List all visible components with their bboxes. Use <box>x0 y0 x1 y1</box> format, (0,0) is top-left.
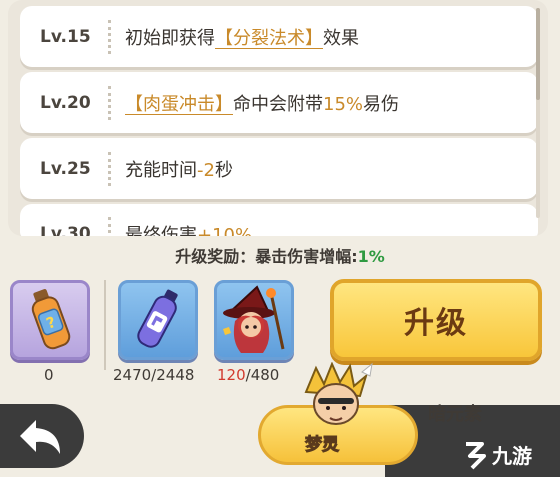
effect-text: 初始即获得 <box>125 27 215 49</box>
item-count: 2470/2448 <box>113 366 195 384</box>
level-list[interactable]: Lv.15 初始即获得【分裂法术】效果 Lv.20 【肉蛋冲击】命中会附带15%… <box>20 6 538 236</box>
watermark: 九游 <box>492 444 532 468</box>
slot-divider <box>104 280 106 370</box>
level-label: Lv.25 <box>40 158 91 179</box>
level-effect: 初始即获得【分裂法术】效果 <box>125 24 359 50</box>
required-count: /480 <box>245 366 280 384</box>
dotted-divider <box>108 217 111 236</box>
back-button[interactable] <box>0 404 84 468</box>
item-slot-mystery-potion[interactable]: ? <box>10 280 90 360</box>
level-card-25: Lv.25 充能时间-2秒 <box>20 138 538 199</box>
witch-hero-fragment-icon <box>223 285 285 353</box>
upgrade-button[interactable]: 升级 <box>330 279 542 361</box>
reward-value: 1% <box>357 247 385 266</box>
effect-text: 最终伤害 <box>125 225 197 236</box>
dotted-divider <box>108 85 111 120</box>
upgrade-reward: 升级奖励：暴击伤害增幅:1% <box>0 243 560 267</box>
effect-text: 秒 <box>214 159 233 181</box>
watermark-logo-icon <box>466 442 486 470</box>
upgrade-button-label: 升级 <box>404 306 468 341</box>
effect-value: +10% <box>197 225 253 236</box>
level-effect: 充能时间-2秒 <box>125 156 233 182</box>
skill-link[interactable]: 【分裂法术】 <box>215 28 323 49</box>
level-effect: 【肉蛋冲击】命中会附带15%易伤 <box>125 90 399 116</box>
dotted-divider <box>108 19 111 54</box>
owned-count: 120 <box>217 366 246 384</box>
effect-value: 15% <box>323 93 364 115</box>
level-label: Lv.15 <box>40 26 91 47</box>
back-arrow-icon <box>20 420 60 454</box>
effect-text: 效果 <box>323 27 359 49</box>
effect-value: -2 <box>197 159 215 181</box>
item-count: 120/480 <box>217 366 279 384</box>
dotted-divider <box>108 151 111 186</box>
mystery-potion-icon: ? <box>31 289 71 350</box>
item-slot-hero-fragment[interactable] <box>214 280 294 360</box>
effect-text: 充能时间 <box>125 159 197 181</box>
level-effect: 最终伤害+10% <box>125 201 252 236</box>
level-card-20: Lv.20 【肉蛋冲击】命中会附带15%易伤 <box>20 72 538 133</box>
reward-label: 升级奖励：暴击伤害增幅: <box>175 247 358 266</box>
hero-tab-label: 梦灵 <box>305 435 340 456</box>
effect-text: 易伤 <box>363 93 400 115</box>
level-label: Lv.20 <box>40 92 91 113</box>
next-tab-label[interactable]: 暗元素 <box>428 400 482 426</box>
level-card-30: Lv.30 最终伤害+10% <box>20 204 538 236</box>
level-card-15: Lv.15 初始即获得【分裂法术】效果 <box>20 6 538 67</box>
level-bonus-panel[interactable]: Lv.15 初始即获得【分裂法术】效果 Lv.20 【肉蛋冲击】命中会附带15%… <box>8 0 548 236</box>
level-label: Lv.30 <box>40 224 91 236</box>
item-slot-purple-potion[interactable] <box>118 280 198 360</box>
skill-link[interactable]: 【肉蛋冲击】 <box>125 94 233 115</box>
purple-potion-icon <box>137 289 178 348</box>
item-count: 0 <box>44 366 54 384</box>
hero-avatar-icon <box>304 362 373 425</box>
effect-text: 命中会附带 <box>233 93 323 115</box>
scrollbar-thumb[interactable] <box>536 8 540 100</box>
